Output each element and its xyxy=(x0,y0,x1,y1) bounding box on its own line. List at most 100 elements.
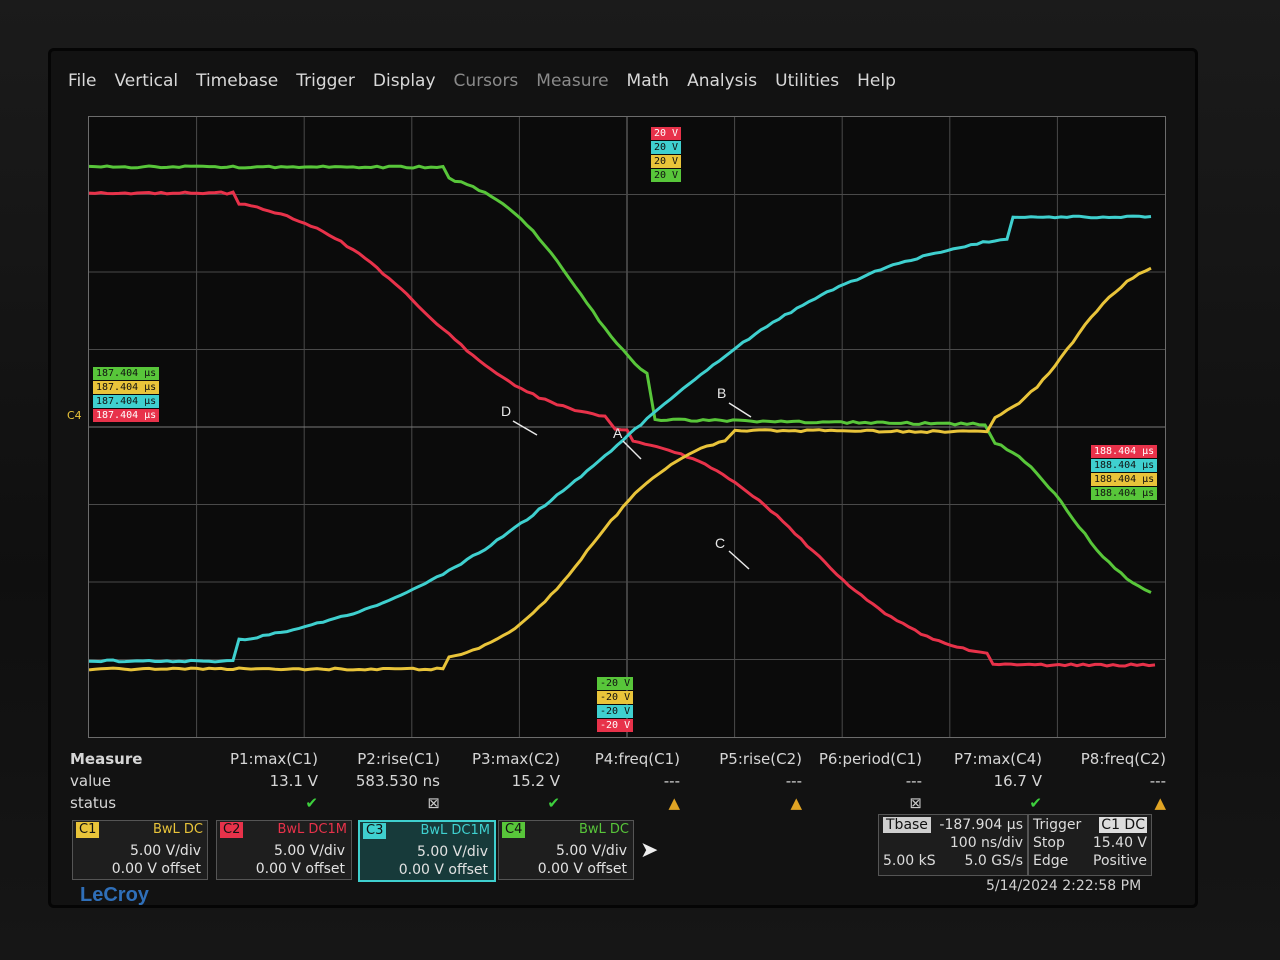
menu-cursors[interactable]: Cursors xyxy=(454,66,519,96)
trace-c1 xyxy=(89,268,1151,670)
channel-c4-vdiv: 5.00 V/div xyxy=(556,843,627,859)
channel-c2-vdiv: 5.00 V/div xyxy=(274,843,345,859)
scope-screen: File Vertical Timebase Trigger Display C… xyxy=(48,48,1198,908)
trigger-type: Edge xyxy=(1033,853,1068,869)
timebase-samples: 5.00 kS xyxy=(883,853,936,869)
channel-c1-box[interactable]: C1 BwL DC 5.00 V/div 0.00 V offset xyxy=(72,820,208,880)
param-p6-name[interactable]: P6:period(C1) xyxy=(812,750,922,768)
param-p8-name[interactable]: P8:freq(C2) xyxy=(1056,750,1166,768)
scale-tag-top-c2: 20 V xyxy=(651,127,681,140)
menu-analysis[interactable]: Analysis xyxy=(687,66,757,96)
time-tag-right-c1: 188.404 µs xyxy=(1091,473,1157,486)
menu-timebase[interactable]: Timebase xyxy=(196,66,278,96)
scale-tag-bottom-c3: -20 V xyxy=(597,705,633,718)
menu-vertical[interactable]: Vertical xyxy=(114,66,178,96)
time-tag-right-c3: 188.404 µs xyxy=(1091,459,1157,472)
timebase-label: Tbase xyxy=(883,817,931,833)
param-p4-value: --- xyxy=(570,772,680,790)
param-p6-value: --- xyxy=(812,772,922,790)
trigger-mode: Stop xyxy=(1033,835,1065,851)
channel-c2-name: C2 xyxy=(220,822,243,838)
channel-c3-vdiv: 5.00 V/div xyxy=(417,844,488,860)
time-tag-right-c4: 188.404 µs xyxy=(1091,487,1157,500)
channel-c2-header: C2 BwL DC1M xyxy=(217,821,351,839)
channel-c1-header: C1 BwL DC xyxy=(73,821,207,839)
time-tag-right-c2: 188.404 µs xyxy=(1091,445,1157,458)
cursor-d-marker xyxy=(513,421,537,435)
channel-c3-box[interactable]: C3 BwL DC1M 5.00 V/div 0.00 V offset xyxy=(358,820,496,882)
param-p3-name[interactable]: P3:max(C2) xyxy=(450,750,560,768)
param-p7-name[interactable]: P7:max(C4) xyxy=(932,750,1042,768)
timebase-box[interactable]: Tbase -187.904 µs 100 ns/div 5.00 kS 5.0… xyxy=(878,814,1028,876)
scale-tag-top-c4: 20 V xyxy=(651,169,681,182)
param-p8-value: --- xyxy=(1056,772,1166,790)
cursor-a-marker xyxy=(623,441,641,459)
scale-tag-bottom-c4: -20 V xyxy=(597,677,633,690)
param-p5-name[interactable]: P5:rise(C2) xyxy=(692,750,802,768)
timebase-rate: 5.0 GS/s xyxy=(965,853,1023,869)
param-p3-value: 15.2 V xyxy=(450,772,560,790)
cursor-label-c: C xyxy=(715,535,725,551)
channel-c4-box[interactable]: C4 BwL DC 5.00 V/div 0.00 V offset xyxy=(498,820,634,880)
param-p1-value: 13.1 V xyxy=(208,772,318,790)
timebase-delay: -187.904 µs xyxy=(939,817,1023,833)
param-p5-status-warning-icon: ▲ xyxy=(692,794,802,812)
menu-utilities[interactable]: Utilities xyxy=(775,66,839,96)
date-time: 5/14/2024 2:22:58 PM xyxy=(986,878,1141,894)
trigger-level: 15.40 V xyxy=(1093,835,1147,851)
menu-math[interactable]: Math xyxy=(627,66,670,96)
param-p2-value: 583.530 ns xyxy=(330,772,440,790)
cursor-label-d: D xyxy=(501,403,511,419)
channel-c2-box[interactable]: C2 BwL DC1M 5.00 V/div 0.00 V offset xyxy=(216,820,352,880)
channel-c4-name: C4 xyxy=(502,822,525,838)
measure-label: Measure xyxy=(70,750,142,768)
channel-c2-offset: 0.00 V offset xyxy=(256,861,345,877)
param-p2-status-cross-icon: ⊠ xyxy=(330,794,440,812)
menu-display[interactable]: Display xyxy=(373,66,436,96)
waveform-grid[interactable]: 20 V 20 V 20 V 20 V -20 V -20 V -20 V -2… xyxy=(88,116,1166,738)
status-label: status xyxy=(70,794,116,812)
lecroy-logo: LeCroy xyxy=(80,884,149,907)
trigger-label: Trigger xyxy=(1033,817,1081,833)
trace-c4 xyxy=(89,166,1151,593)
channel-c4-offset: 0.00 V offset xyxy=(538,861,627,877)
menu-measure[interactable]: Measure xyxy=(536,66,608,96)
param-p1-name[interactable]: P1:max(C1) xyxy=(208,750,318,768)
graticule xyxy=(89,117,1165,737)
channel-c1-offset: 0.00 V offset xyxy=(112,861,201,877)
cursor-c-marker xyxy=(729,551,749,569)
param-p4-name[interactable]: P4:freq(C1) xyxy=(570,750,680,768)
channel-c1-coupling: BwL DC xyxy=(153,822,203,837)
menu-help[interactable]: Help xyxy=(857,66,896,96)
trigger-box[interactable]: Trigger C1 DC Stop 15.40 V Edge Positive xyxy=(1028,814,1152,876)
scale-tag-bottom-c2: -20 V xyxy=(597,719,633,732)
time-tag-left-c1: 187.404 µs xyxy=(93,381,159,394)
scale-tag-bottom-c1: -20 V xyxy=(597,691,633,704)
channel-c3-header: C3 BwL DC1M xyxy=(360,822,494,840)
param-p8-status-warning-icon: ▲ xyxy=(1056,794,1166,812)
param-p3-status-check-icon: ✔ xyxy=(450,794,560,812)
time-tag-left-c4: 187.404 µs xyxy=(93,367,159,380)
menu-bar: File Vertical Timebase Trigger Display C… xyxy=(68,66,914,96)
value-label: value xyxy=(70,772,111,790)
measure-panel: Measure value status P1:max(C1) 13.1 V ✔… xyxy=(68,750,1178,820)
mouse-pointer-icon: ➤ xyxy=(640,838,658,863)
channel-c2-coupling: BwL DC1M xyxy=(277,822,347,837)
param-p6-status-cross-icon: ⊠ xyxy=(812,794,922,812)
cursor-label-a: A xyxy=(613,425,622,441)
param-p5-value: --- xyxy=(692,772,802,790)
param-p7-value: 16.7 V xyxy=(932,772,1042,790)
time-tag-left-c2: 187.404 µs xyxy=(93,409,159,422)
menu-file[interactable]: File xyxy=(68,66,96,96)
timebase-per-div: 100 ns/div xyxy=(950,835,1023,851)
cursor-label-b: B xyxy=(717,385,726,401)
scale-tag-top-c3: 20 V xyxy=(651,141,681,154)
param-p2-name[interactable]: P2:rise(C1) xyxy=(330,750,440,768)
trigger-source: C1 DC xyxy=(1099,817,1147,833)
time-tag-left-c3: 187.404 µs xyxy=(93,395,159,408)
channel-c1-vdiv: 5.00 V/div xyxy=(130,843,201,859)
channel-c4-header: C4 BwL DC xyxy=(499,821,633,839)
waveform-svg xyxy=(89,117,1165,737)
menu-trigger[interactable]: Trigger xyxy=(296,66,355,96)
cursor-b-marker xyxy=(729,403,751,417)
